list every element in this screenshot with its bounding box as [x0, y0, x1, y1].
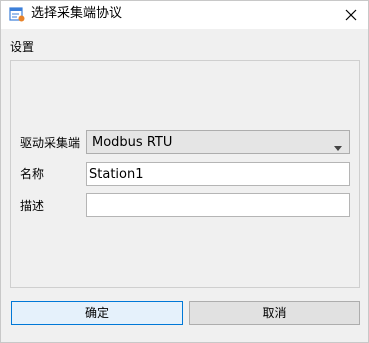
close-icon [345, 9, 357, 21]
form-window-icon [9, 6, 25, 22]
name-label: 名称 [20, 167, 45, 181]
chevron-down-icon [334, 140, 342, 151]
window-title: 选择采集端协议 [31, 6, 123, 21]
ok-button[interactable]: 确定 [11, 301, 183, 325]
driver-select[interactable]: Modbus RTU [86, 130, 350, 154]
settings-group-title: 设置 [10, 40, 35, 54]
driver-select-value: Modbus RTU [92, 135, 173, 150]
driver-label: 驱动采集端 [20, 136, 81, 150]
close-button[interactable] [334, 1, 368, 29]
description-field[interactable] [86, 193, 350, 217]
dialog-window: 选择采集端协议 设置 驱动采集端 Modbus RTU 名称 描述 确定 取消 [0, 0, 369, 343]
name-field[interactable] [86, 162, 350, 186]
description-label: 描述 [20, 199, 45, 213]
title-bar[interactable]: 选择采集端协议 [1, 1, 368, 29]
cancel-button[interactable]: 取消 [189, 301, 360, 325]
